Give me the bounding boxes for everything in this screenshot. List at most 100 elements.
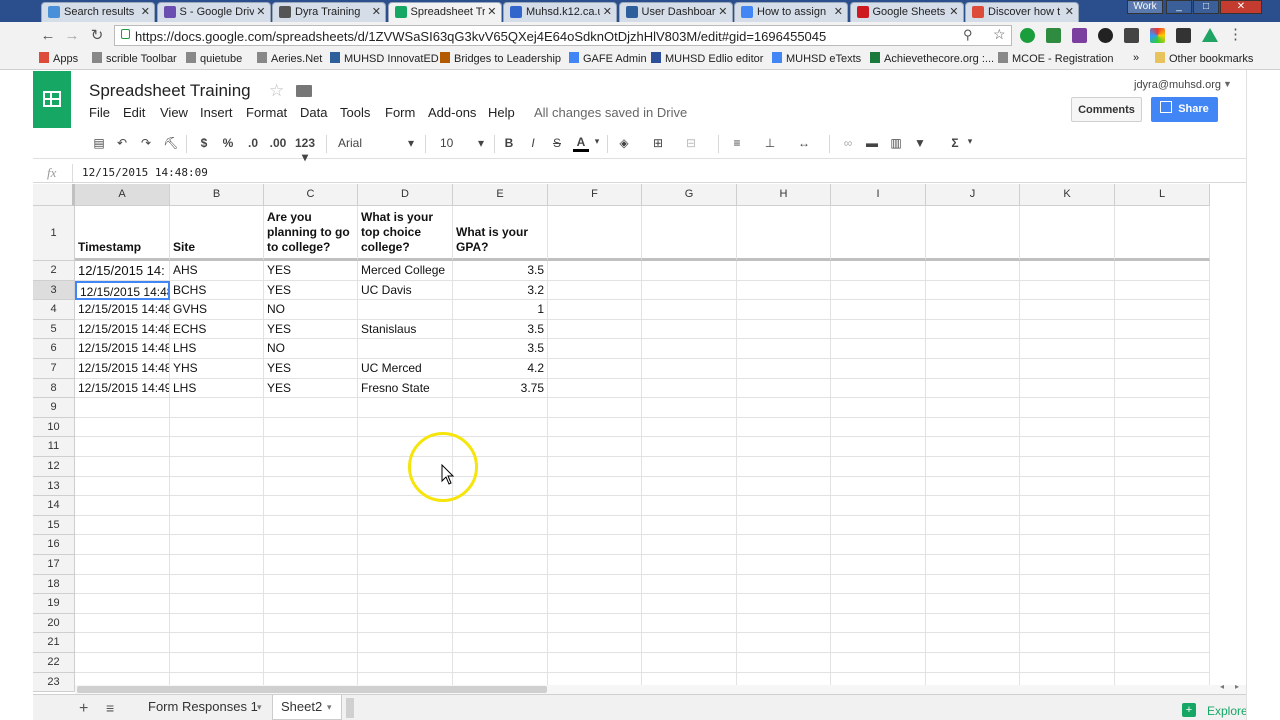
- bookmark-item[interactable]: GAFE Admin: [569, 52, 647, 65]
- empty-cell[interactable]: [1020, 319, 1115, 340]
- explore-button[interactable]: + Explore: [1178, 701, 1248, 719]
- empty-cell[interactable]: [548, 633, 642, 653]
- empty-cell[interactable]: [1020, 359, 1115, 379]
- column-header[interactable]: F: [548, 184, 642, 206]
- empty-cell[interactable]: [264, 398, 358, 418]
- empty-cell[interactable]: [1020, 457, 1115, 477]
- empty-cell[interactable]: [831, 613, 926, 634]
- empty-cell[interactable]: [1020, 574, 1115, 595]
- empty-cell[interactable]: [75, 613, 170, 634]
- empty-cell[interactable]: [358, 574, 453, 595]
- close-tab-icon[interactable]: ✕: [1065, 5, 1074, 18]
- empty-cell[interactable]: [831, 437, 926, 457]
- empty-cell[interactable]: [1115, 359, 1210, 379]
- empty-cell[interactable]: [926, 437, 1020, 457]
- data-cell[interactable]: 12/15/2015 14:49: [75, 378, 170, 399]
- empty-cell[interactable]: [1115, 496, 1210, 516]
- browser-tab[interactable]: Spreadsheet Tr ✕: [387, 2, 502, 22]
- empty-cell[interactable]: [737, 594, 831, 614]
- empty-cell[interactable]: [926, 300, 1020, 320]
- vertical-align-icon[interactable]: ⊥: [762, 136, 778, 150]
- empty-cell[interactable]: [831, 496, 926, 516]
- empty-cell[interactable]: [453, 574, 548, 595]
- empty-cell[interactable]: [642, 319, 737, 340]
- bookmark-item[interactable]: MUHSD InnovatED: [330, 52, 439, 65]
- menu-addons[interactable]: Add-ons: [428, 105, 476, 120]
- empty-cell[interactable]: [1020, 398, 1115, 418]
- empty-cell[interactable]: [737, 300, 831, 320]
- data-cell[interactable]: NO: [264, 300, 358, 320]
- header-cell[interactable]: What is your top choice college?: [358, 206, 453, 261]
- empty-cell[interactable]: [1115, 613, 1210, 634]
- empty-cell[interactable]: [264, 594, 358, 614]
- filter-icon[interactable]: ▼: [912, 136, 928, 150]
- menu-file[interactable]: File: [89, 105, 110, 120]
- data-cell[interactable]: 3.5: [453, 339, 548, 359]
- data-cell[interactable]: YES: [264, 261, 358, 281]
- empty-cell[interactable]: [831, 417, 926, 438]
- empty-cell[interactable]: [170, 535, 264, 555]
- empty-cell[interactable]: [926, 280, 1020, 301]
- empty-cell[interactable]: [358, 613, 453, 634]
- empty-cell[interactable]: [548, 417, 642, 438]
- column-header[interactable]: A: [75, 184, 170, 206]
- empty-cell[interactable]: [1115, 515, 1210, 536]
- share-button[interactable]: Share: [1151, 97, 1218, 122]
- empty-cell[interactable]: [642, 339, 737, 359]
- empty-cell[interactable]: [548, 457, 642, 477]
- functions-button[interactable]: Σ: [949, 136, 961, 150]
- empty-cell[interactable]: [75, 496, 170, 516]
- tab-scroll-handle[interactable]: [346, 698, 354, 718]
- menu-insert[interactable]: Insert: [200, 105, 233, 120]
- empty-cell[interactable]: [453, 535, 548, 555]
- empty-cell[interactable]: [642, 398, 737, 418]
- empty-cell[interactable]: [642, 574, 737, 595]
- data-cell[interactable]: Fresno State: [358, 378, 453, 399]
- empty-cell[interactable]: [1115, 535, 1210, 555]
- data-cell[interactable]: Merced College: [358, 261, 453, 281]
- empty-cell[interactable]: [358, 633, 453, 653]
- empty-cell[interactable]: [358, 398, 453, 418]
- print-icon[interactable]: ▤: [91, 136, 107, 150]
- close-tab-icon[interactable]: ✕: [487, 5, 496, 18]
- selected-cell[interactable]: 12/15/2015 14:48: [75, 280, 170, 301]
- data-cell[interactable]: BCHS: [170, 280, 264, 301]
- bold-button[interactable]: B: [503, 136, 515, 150]
- data-cell[interactable]: YES: [264, 319, 358, 340]
- empty-cell[interactable]: [453, 555, 548, 575]
- empty-cell[interactable]: [548, 398, 642, 418]
- empty-cell[interactable]: [1115, 417, 1210, 438]
- empty-cell[interactable]: [926, 496, 1020, 516]
- row-header[interactable]: 15: [33, 515, 75, 536]
- increase-decimal-button[interactable]: .00: [267, 136, 289, 150]
- link-icon[interactable]: ∞: [839, 136, 857, 150]
- empty-cell[interactable]: [926, 457, 1020, 477]
- empty-cell[interactable]: [926, 378, 1020, 399]
- data-cell[interactable]: 12/15/2015 14:: [75, 261, 170, 281]
- empty-cell[interactable]: [1020, 300, 1115, 320]
- bookmarks-overflow-button[interactable]: »: [1133, 52, 1139, 64]
- data-cell[interactable]: UC Merced: [358, 359, 453, 379]
- empty-cell[interactable]: [737, 206, 831, 261]
- row-header[interactable]: 9: [33, 398, 75, 418]
- empty-cell[interactable]: [926, 476, 1020, 497]
- data-cell[interactable]: YES: [264, 280, 358, 301]
- printer-icon[interactable]: [1046, 28, 1061, 43]
- empty-cell[interactable]: [264, 574, 358, 595]
- empty-cell[interactable]: [737, 574, 831, 595]
- empty-cell[interactable]: [1020, 261, 1115, 281]
- browser-tab[interactable]: Search results ✕: [41, 2, 155, 22]
- close-tab-icon[interactable]: ✕: [718, 5, 727, 18]
- empty-cell[interactable]: [642, 555, 737, 575]
- empty-cell[interactable]: [264, 613, 358, 634]
- empty-cell[interactable]: [358, 594, 453, 614]
- empty-cell[interactable]: [926, 633, 1020, 653]
- grammarly-icon[interactable]: [1020, 28, 1035, 43]
- horizontal-scrollbar[interactable]: ◂ ▸: [75, 682, 1246, 694]
- empty-cell[interactable]: [642, 594, 737, 614]
- header-cell[interactable]: Are you planning to go to college?: [264, 206, 358, 261]
- chrome-menu-icon[interactable]: ⋮: [1228, 25, 1243, 43]
- empty-cell[interactable]: [75, 437, 170, 457]
- row-header[interactable]: 21: [33, 633, 75, 653]
- zoom-icon[interactable]: ⚲: [963, 27, 973, 43]
